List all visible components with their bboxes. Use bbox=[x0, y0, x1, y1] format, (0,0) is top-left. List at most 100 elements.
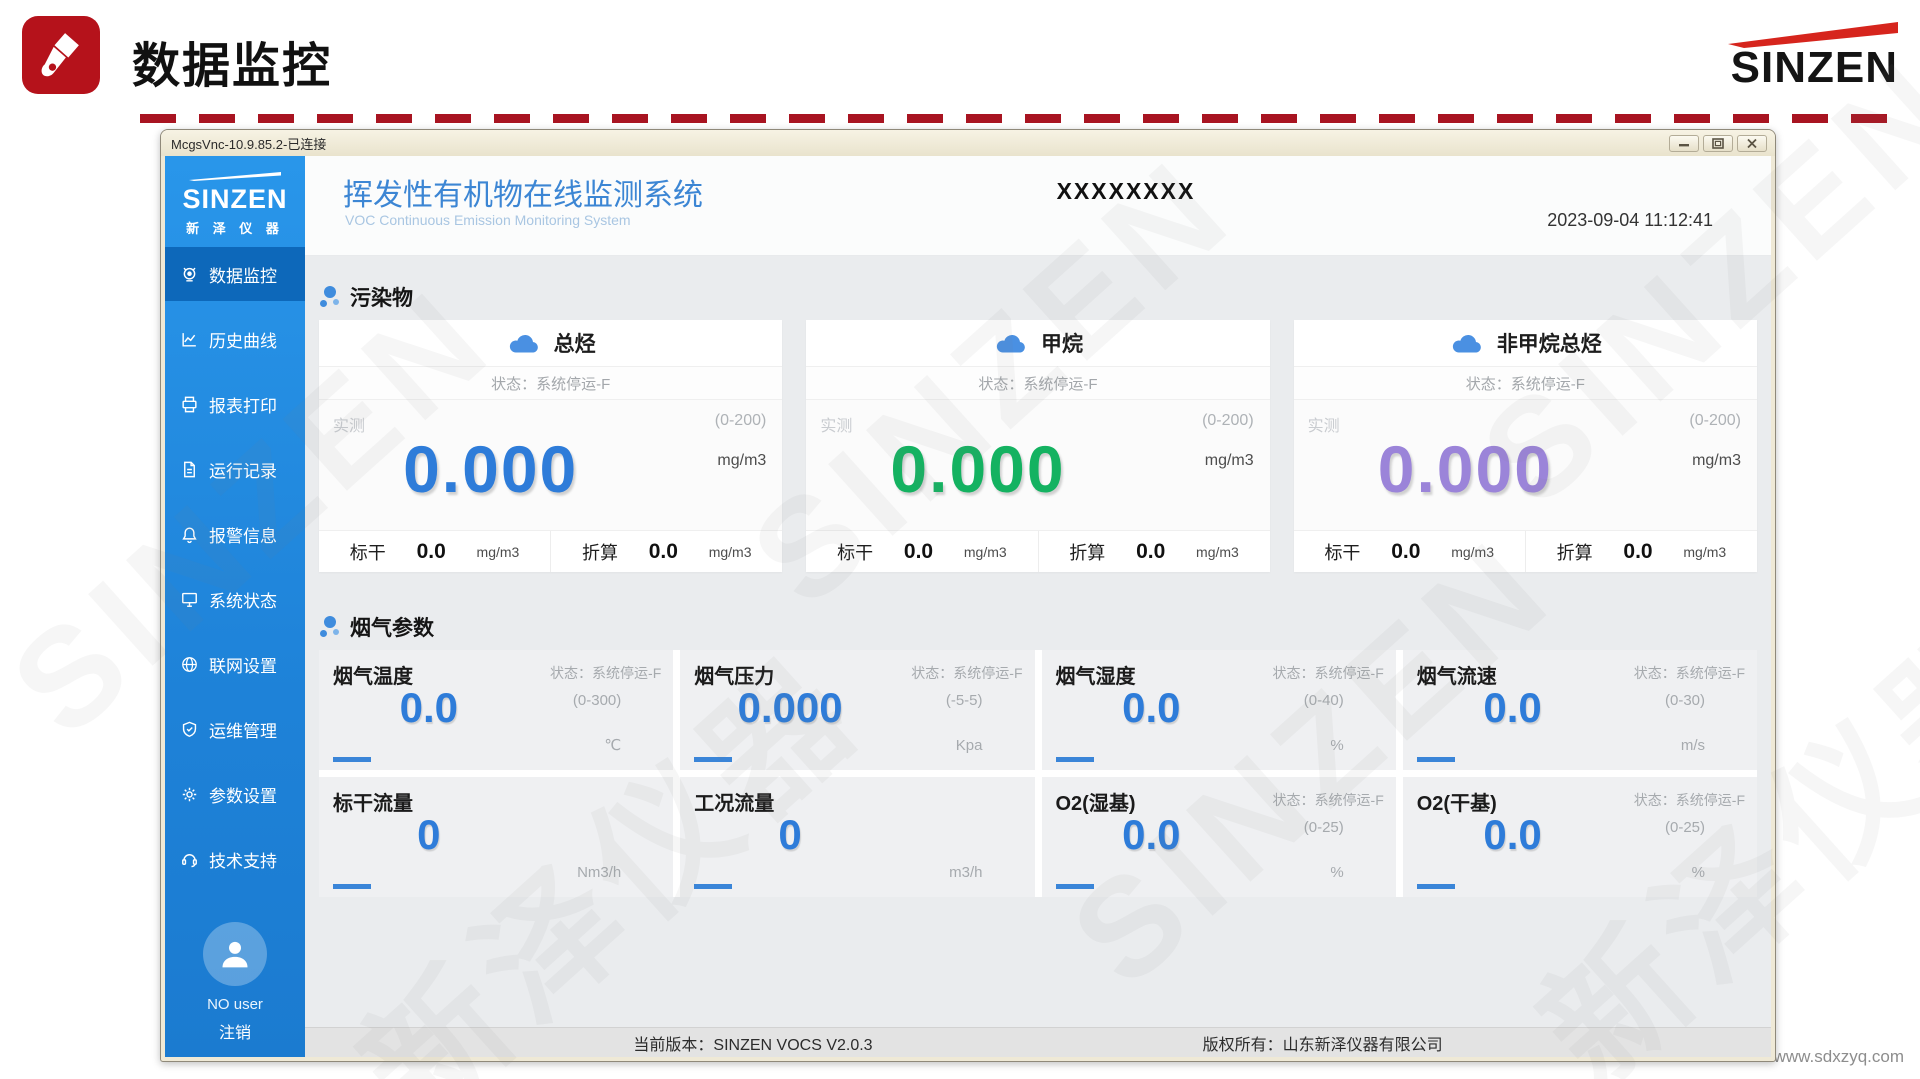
pollutant-status: 状态：系统停运-F bbox=[1294, 366, 1757, 400]
pollutant-range: (0-200) bbox=[1689, 412, 1741, 430]
logout-button[interactable]: 注销 bbox=[165, 1019, 305, 1043]
flue-unit: Nm3/h bbox=[577, 864, 621, 881]
dashed-divider bbox=[140, 114, 1906, 123]
pollutant-range: (0-200) bbox=[715, 412, 767, 430]
converted-unit: mg/m3 bbox=[1196, 544, 1239, 560]
flue-unit: % bbox=[1692, 864, 1705, 881]
flue-cards-grid: 烟气温度 状态：系统停运-F (0-300) 0.0 ℃ 烟气压力 状态：系统停… bbox=[319, 650, 1757, 897]
pollutant-value: 0.000 bbox=[319, 408, 662, 530]
flue-range: (-5-5) bbox=[946, 692, 983, 709]
flue-status: 状态：系统停运-F bbox=[911, 663, 1022, 683]
converted-label: 折算 bbox=[1557, 539, 1593, 565]
pen-badge-icon bbox=[22, 16, 100, 94]
sidebar-item-label: 报表打印 bbox=[209, 392, 277, 417]
sidebar-logo-swoosh-icon bbox=[189, 172, 281, 181]
sidebar-item-system-status[interactable]: 系统状态 bbox=[165, 572, 305, 626]
sidebar-item-tech-support[interactable]: 技术支持 bbox=[165, 832, 305, 886]
tech-support-icon bbox=[180, 850, 199, 869]
sidebar-item-label: 参数设置 bbox=[209, 782, 277, 807]
window-titlebar[interactable]: McgsVnc-10.9.85.2-已连接 bbox=[161, 130, 1775, 156]
parameter-settings-icon bbox=[180, 785, 199, 804]
pollutant-name: 甲烷 bbox=[1041, 328, 1083, 358]
flue-range: (0-25) bbox=[1304, 819, 1344, 836]
flue-status: 状态：系统停运-F bbox=[1273, 663, 1384, 683]
converted-label: 折算 bbox=[1069, 539, 1105, 565]
report-print-icon bbox=[180, 395, 199, 414]
sidebar-item-run-log[interactable]: 运行记录 bbox=[165, 442, 305, 496]
sidebar: SINZEN 新 泽 仪 器 数据监控 历史曲线 bbox=[165, 156, 305, 1057]
flue-status: 状态：系统停运-F bbox=[550, 663, 661, 683]
sidebar-logo: SINZEN 新 泽 仪 器 bbox=[165, 156, 305, 247]
app-title-cn: 挥发性有机物在线监测系统 bbox=[343, 170, 703, 214]
dry-basis-cell: 标干 0.0 mg/m3 bbox=[319, 531, 550, 572]
sidebar-item-label: 运维管理 bbox=[209, 717, 277, 742]
flue-value: 0.0 bbox=[1042, 684, 1262, 732]
dry-basis-cell: 标干 0.0 mg/m3 bbox=[1294, 531, 1525, 572]
accent-bar bbox=[1417, 757, 1455, 762]
flue-value: 0 bbox=[680, 811, 900, 859]
minimize-button[interactable] bbox=[1669, 135, 1699, 152]
sidebar-item-label: 报警信息 bbox=[209, 522, 277, 547]
sidebar-item-label: 运行记录 bbox=[209, 457, 277, 482]
sidebar-item-data-monitor[interactable]: 数据监控 bbox=[165, 247, 305, 301]
section-title: 烟气参数 bbox=[350, 612, 434, 642]
flue-card-velocity: 烟气流速 状态：系统停运-F (0-30) 0.0 m/s bbox=[1403, 650, 1757, 770]
flue-value: 0.000 bbox=[680, 684, 900, 732]
flue-range: (0-25) bbox=[1665, 819, 1705, 836]
pollutant-name: 总烃 bbox=[554, 328, 596, 358]
sidebar-item-maintenance[interactable]: 运维管理 bbox=[165, 702, 305, 756]
flue-unit: % bbox=[1330, 737, 1343, 754]
sidebar-logo-subtext: 新 泽 仪 器 bbox=[171, 218, 299, 237]
accent-bar bbox=[333, 884, 371, 889]
flue-status: 状态：系统停运-F bbox=[1273, 790, 1384, 810]
copyright-text: 版权所有：山东新泽仪器有限公司 bbox=[1203, 1031, 1443, 1055]
sidebar-item-history-curve[interactable]: 历史曲线 bbox=[165, 312, 305, 366]
accent-bar bbox=[1056, 884, 1094, 889]
flue-unit: ℃ bbox=[604, 736, 621, 754]
pollutant-value: 0.000 bbox=[806, 408, 1149, 530]
dry-basis-label: 标干 bbox=[1324, 539, 1360, 565]
sidebar-item-report-print[interactable]: 报表打印 bbox=[165, 377, 305, 431]
cloud-icon bbox=[1449, 331, 1485, 355]
maximize-button[interactable] bbox=[1703, 135, 1733, 152]
section-title: 污染物 bbox=[350, 282, 413, 312]
dry-basis-label: 标干 bbox=[350, 539, 386, 565]
close-icon bbox=[1746, 138, 1758, 149]
station-name: XXXXXXXX bbox=[1057, 178, 1196, 205]
pollutant-status: 状态：系统停运-F bbox=[806, 366, 1269, 400]
minimize-icon bbox=[1678, 138, 1690, 148]
close-button[interactable] bbox=[1737, 135, 1767, 152]
sidebar-item-network-settings[interactable]: 联网设置 bbox=[165, 637, 305, 691]
flue-value: 0 bbox=[319, 811, 539, 859]
sidebar-menu: 数据监控 历史曲线 报表打印 bbox=[165, 247, 305, 897]
pen-nib-icon bbox=[35, 29, 87, 81]
accent-bar bbox=[1056, 757, 1094, 762]
network-settings-icon bbox=[180, 655, 199, 674]
user-icon bbox=[215, 934, 255, 974]
accent-bar bbox=[1417, 884, 1455, 889]
brand-logo: SINZEN bbox=[1712, 22, 1898, 88]
converted-cell: 折算 0.0 mg/m3 bbox=[1525, 531, 1757, 572]
flue-range: (0-30) bbox=[1665, 692, 1705, 709]
sidebar-item-label: 联网设置 bbox=[209, 652, 277, 677]
avatar[interactable] bbox=[203, 922, 267, 986]
accent-bar bbox=[694, 757, 732, 762]
flue-card-temperature: 烟气温度 状态：系统停运-F (0-300) 0.0 ℃ bbox=[319, 650, 673, 770]
datetime: 2023-09-04 11:12:41 bbox=[1547, 210, 1713, 231]
accent-bar bbox=[694, 884, 732, 889]
converted-cell: 折算 0.0 mg/m3 bbox=[1038, 531, 1270, 572]
pollutant-card-ch4: 甲烷 状态：系统停运-F 实测 0.000 (0-200) mg/m3 标干 bbox=[806, 320, 1269, 572]
pollutant-unit: mg/m3 bbox=[717, 452, 766, 470]
maximize-icon bbox=[1712, 138, 1724, 149]
flue-card-dry-flow: 标干流量 0 Nm3/h bbox=[319, 777, 673, 897]
sidebar-item-parameter-settings[interactable]: 参数设置 bbox=[165, 767, 305, 821]
maintenance-icon bbox=[180, 720, 199, 739]
sidebar-item-label: 技术支持 bbox=[209, 847, 277, 872]
converted-unit: mg/m3 bbox=[1683, 544, 1726, 560]
brand-text: SINZEN bbox=[1712, 48, 1898, 88]
converted-value: 0.0 bbox=[1623, 540, 1652, 564]
sidebar-item-alarm-info[interactable]: 报警信息 bbox=[165, 507, 305, 561]
dots-icon bbox=[319, 285, 341, 309]
sidebar-logo-text: SINZEN bbox=[171, 186, 299, 213]
dry-basis-unit: mg/m3 bbox=[964, 544, 1007, 560]
